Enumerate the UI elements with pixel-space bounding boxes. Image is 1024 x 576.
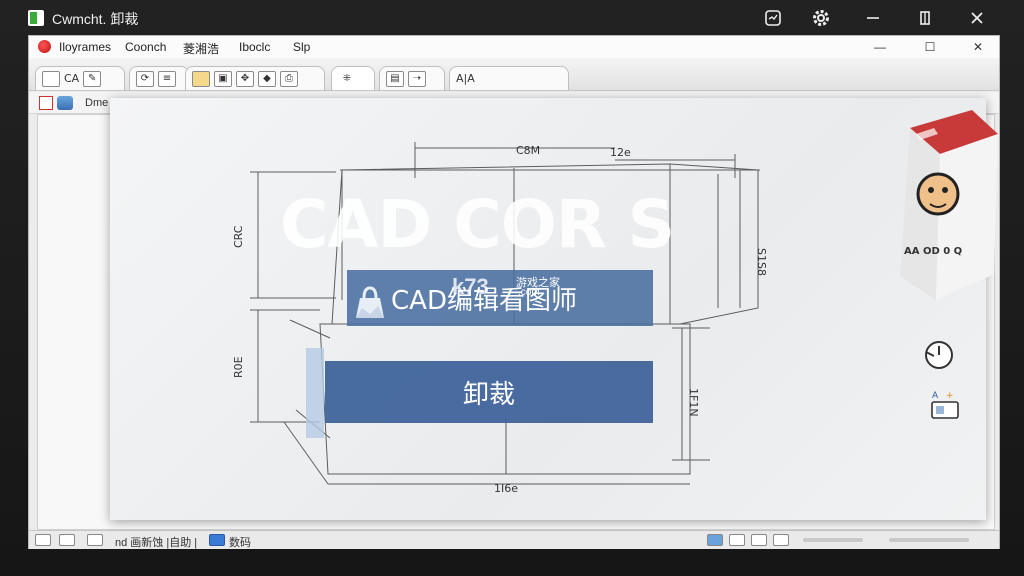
tab-group-edit[interactable]: ⟳ ≡ <box>129 66 189 90</box>
diamond-icon[interactable]: ◆ <box>258 70 276 87</box>
move-icon[interactable]: ✥ <box>236 70 254 87</box>
status-grid-icon[interactable] <box>35 534 51 546</box>
svg-text:A: A <box>932 391 939 401</box>
menu-item-edit[interactable]: Coonch <box>125 40 166 54</box>
tab-group-file[interactable]: CA ✎ <box>35 66 125 90</box>
zoom-slider[interactable] <box>803 538 863 542</box>
watermark: k73 游戏之家 .com <box>452 274 560 300</box>
menu-item-file[interactable]: Iloyrames <box>59 40 111 54</box>
close-icon[interactable] <box>964 6 990 30</box>
box-label: AА OD 0 Q <box>904 246 962 257</box>
software-box-image: AА OD 0 Q <box>900 110 998 300</box>
pen-icon[interactable]: ✎ <box>83 70 102 87</box>
menu-item-view[interactable]: 菱湘浩 <box>183 40 219 57</box>
folder-icon[interactable] <box>192 70 210 87</box>
minimize-icon[interactable] <box>860 6 886 30</box>
menu-item-help[interactable]: Slp <box>293 40 310 54</box>
image-icon[interactable]: ▣ <box>214 70 232 87</box>
uninstall-button[interactable]: 卸裁 <box>325 361 653 423</box>
promo-card: C8M 12e CRC R0E S1S8 1F1N 1I6e CAD COR S… <box>110 98 986 520</box>
dim-left-lower: R0E <box>232 356 245 378</box>
new-file-icon[interactable] <box>42 70 60 87</box>
app-logo-icon <box>28 10 44 26</box>
cad-app-icon <box>38 40 51 53</box>
shopping-bag-icon <box>356 286 384 318</box>
dim-top-right: 12e <box>610 146 631 159</box>
tab-group-draw[interactable]: ⁜ <box>331 66 375 90</box>
tab-group-tools[interactable]: ▤ ➝ <box>379 66 445 90</box>
save-icon[interactable]: ▤ <box>386 70 404 87</box>
tab-ca-label[interactable]: CA <box>64 71 79 87</box>
layer-icon[interactable]: ≡ <box>158 70 176 87</box>
status-bar: nd 画新蚀 |自助 | 数码 <box>29 530 999 549</box>
dim-right-upper: S1S8 <box>755 248 768 276</box>
tab-text-label[interactable]: A|A <box>456 71 475 87</box>
status-scroll[interactable] <box>889 538 969 542</box>
export-icon[interactable]: ➝ <box>408 70 426 87</box>
svg-text:+: + <box>946 391 954 401</box>
restore-icon[interactable] <box>912 6 938 30</box>
status-ortho-icon[interactable] <box>87 534 103 546</box>
translate-icon[interactable]: A + <box>926 388 962 424</box>
cad-close-icon[interactable]: ✕ <box>965 38 991 56</box>
dim-right-lower: 1F1N <box>687 388 700 417</box>
print-icon[interactable]: ⎙ <box>280 70 298 87</box>
product-name-band: CAD编辑看图师 <box>347 270 653 326</box>
status-view1-icon[interactable] <box>707 534 723 546</box>
status-view2-icon[interactable] <box>729 534 745 546</box>
cad-title-bar: Iloyrames Coonch 菱湘浩 Iboclc Slp — ☐ ✕ <box>29 36 999 58</box>
timer-icon[interactable] <box>922 338 956 372</box>
snap-icon[interactable]: ⁜ <box>338 70 356 87</box>
dim-bottom: 1I6e <box>494 482 518 495</box>
dim-left-upper: CRC <box>232 225 245 248</box>
settings-gear-icon[interactable] <box>808 6 834 30</box>
status-view4-icon[interactable] <box>773 534 789 546</box>
outer-title-bar: Cwmcht. 卸裁 <box>0 0 1024 36</box>
desktop-frame: Cwmcht. 卸裁 Iloyrames Coonch 菱湘浩 Iboclc S… <box>0 0 1024 576</box>
dim-top-left: C8M <box>516 144 540 157</box>
watermark-domain: .com <box>518 287 540 298</box>
headline-text: CAD COR S <box>280 186 675 263</box>
status-mid-text: 数码 <box>229 537 251 549</box>
feedback-icon[interactable] <box>760 6 786 30</box>
cad-minimize-icon[interactable]: — <box>867 38 893 56</box>
status-view3-icon[interactable] <box>751 534 767 546</box>
ribbon-tabbar: CA ✎ ⟳ ≡ ▣ ✥ ◆ ⎙ ⁜ ▤ ➝ A|A <box>29 58 999 91</box>
status-left-text: nd 画新蚀 |自助 | <box>115 537 198 549</box>
tab-group-text[interactable]: A|A <box>449 66 569 90</box>
status-ps-icon[interactable] <box>209 534 225 546</box>
menu-item-tools[interactable]: Iboclc <box>239 40 270 54</box>
status-snap-icon[interactable] <box>59 534 75 546</box>
layout-icon[interactable] <box>39 96 53 110</box>
tab-group-view[interactable]: ▣ ✥ ◆ ⎙ <box>185 66 325 90</box>
secondary-toolbar-text: Dme <box>85 97 109 109</box>
cloud-icon[interactable] <box>57 96 73 110</box>
rotate-icon[interactable]: ⟳ <box>136 70 154 87</box>
watermark-logo: k73 <box>452 274 489 299</box>
cad-maximize-icon[interactable]: ☐ <box>917 38 943 56</box>
outer-window-title: Cwmcht. 卸裁 <box>52 11 139 27</box>
